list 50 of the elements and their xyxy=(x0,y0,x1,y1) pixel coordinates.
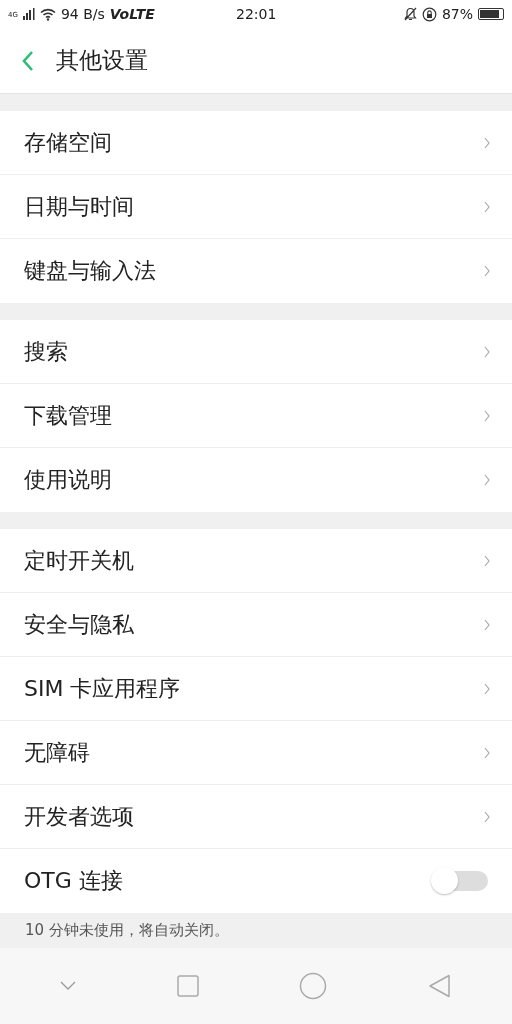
chevron-icon xyxy=(484,200,490,213)
square-icon[interactable] xyxy=(176,975,199,997)
item-label: 键盘与输入法 xyxy=(24,257,156,285)
page-title: 其他设置 xyxy=(56,46,148,75)
item-label: 定时开关机 xyxy=(24,546,134,575)
settings-item[interactable]: 下载管理 xyxy=(0,384,512,448)
wifi-icon xyxy=(39,7,56,21)
battery-icon xyxy=(478,8,504,20)
chevron-icon xyxy=(484,265,490,277)
settings-item[interactable]: 存储空间 xyxy=(0,111,512,175)
item-label: 搜索 xyxy=(24,337,68,366)
item-label: 下载管理 xyxy=(24,401,112,430)
signal-icon xyxy=(22,8,35,20)
settings-item[interactable]: 开发者选项 xyxy=(0,785,512,849)
rotation-lock-icon xyxy=(421,6,437,22)
chevron-icon xyxy=(484,136,490,149)
network-speed: 94 B/s xyxy=(60,6,105,22)
settings-item[interactable]: 键盘与输入法 xyxy=(0,239,512,303)
chevron-icon xyxy=(484,618,490,631)
home-icon[interactable] xyxy=(299,972,328,1000)
chevron-icon xyxy=(484,345,490,358)
footnote-text: 10 分钟未使用，将自动关闭。 xyxy=(25,921,229,940)
item-label: SIM 卡应用程序 xyxy=(24,674,181,703)
item-label: OTG 连接 xyxy=(24,867,123,895)
item-label: 无障碍 xyxy=(24,738,90,767)
item-label: 安全与隐私 xyxy=(24,610,134,639)
settings-item[interactable]: 日期与时间 xyxy=(0,175,512,239)
settings-item[interactable]: 安全与隐私 xyxy=(0,593,512,657)
settings-item[interactable]: SIM 卡应用程序 xyxy=(0,657,512,721)
back-icon[interactable] xyxy=(427,973,452,999)
battery-percent: 87% xyxy=(441,6,473,22)
settings-item[interactable]: 搜索 xyxy=(0,320,512,384)
volte-label: VoLTE xyxy=(109,6,155,22)
chevron-icon xyxy=(484,554,490,567)
chevron-icon xyxy=(484,746,490,759)
item-label: 开发者选项 xyxy=(24,802,134,831)
item-label: 使用说明 xyxy=(24,466,112,494)
settings-item[interactable]: 定时开关机 xyxy=(0,529,512,593)
settings-item[interactable]: 无障碍 xyxy=(0,721,512,785)
settings-item[interactable]: OTG 连接 xyxy=(0,849,512,913)
clock-time: 22:01 xyxy=(236,6,277,22)
item-label: 存储空间 xyxy=(24,128,112,157)
chevron-icon xyxy=(484,474,490,486)
settings-item[interactable]: 使用说明 xyxy=(0,448,512,512)
chevron-icon xyxy=(484,409,490,422)
chevron-icon xyxy=(484,682,490,695)
chevron-down-icon[interactable] xyxy=(60,981,77,991)
item-label: 日期与时间 xyxy=(24,192,134,221)
chevron-icon xyxy=(484,810,490,823)
bell-muted-icon xyxy=(403,7,417,21)
